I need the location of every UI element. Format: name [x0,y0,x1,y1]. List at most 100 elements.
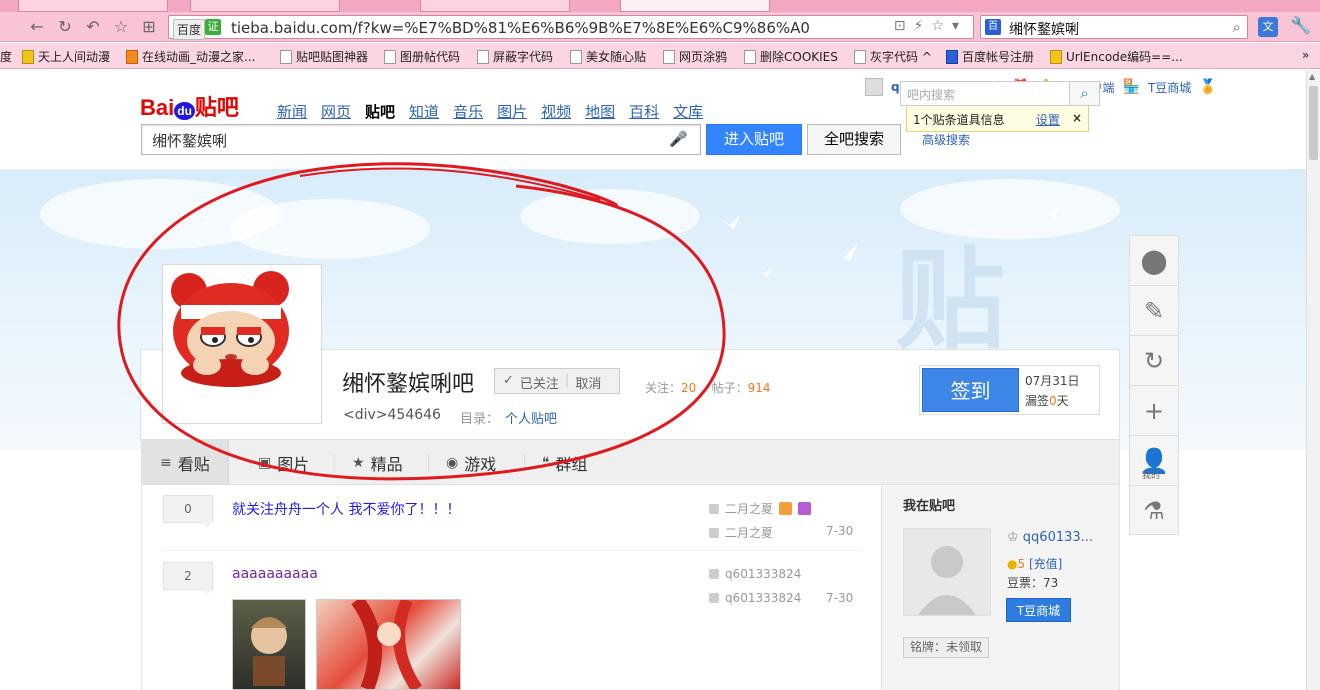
bookmark-item[interactable]: 屏蔽字代码 [477,48,553,65]
side-tmall-button[interactable]: T豆商城 [1006,598,1071,622]
nameplate-button[interactable]: 铭牌：未领取 [903,637,990,658]
search-icon[interactable]: ⌕ [1233,18,1241,36]
apps-icon[interactable]: ⊞ [138,16,160,38]
bookmark-label: 美女随心贴 [586,50,647,64]
follow-count-label: 关注： [645,381,682,395]
tip-text[interactable]: 1个贴条道具信息 [913,111,1005,127]
star-icon[interactable]: ☆ [110,16,132,38]
nav-web[interactable]: 网页 [321,101,351,122]
bookmark-item[interactable]: 贴吧贴图神器 [280,48,368,65]
post-count-label: 帖子： [711,381,748,395]
tab-pictures[interactable]: ▣ 图片 [240,440,327,485]
tab-featured[interactable]: ★ 精品 [334,440,421,485]
back-icon[interactable]: ← [26,16,48,38]
user-avatar[interactable] [865,78,883,96]
nav-zhidao[interactable]: 知道 [409,101,439,122]
in-forum-search-input[interactable]: 吧内搜索 [900,81,1070,106]
undo-icon[interactable]: ↶ [82,16,104,38]
bookmark-item[interactable]: 天上人间动漫 [22,48,110,65]
forum-search-input[interactable]: 缃怀鐜嫔唎 🎤 [141,124,701,155]
recharge-link[interactable]: [充值] [1029,557,1062,571]
nav-baike[interactable]: 百科 [629,101,659,122]
reply-count: 0 [163,495,213,528]
address-bar-icons[interactable]: ⊡⚡☆▾ [894,18,967,34]
browser-tab[interactable] [18,0,168,12]
flask-icon[interactable]: ⚗ [1130,486,1178,536]
wrench-icon[interactable]: 🔧 [1290,16,1311,36]
bookmark-favicon-icon [384,49,396,64]
scrollbar-thumb[interactable] [1309,86,1318,160]
browser-tab[interactable] [420,0,570,12]
baidu-tieba-logo[interactable]: Bai du 贴吧 [140,90,239,122]
reload-icon[interactable]: ↻ [54,16,76,38]
nav-map[interactable]: 地图 [585,101,615,122]
nav-news[interactable]: 新闻 [277,101,307,122]
bookmark-item[interactable]: 在线动画_动漫之家... [126,48,255,65]
edit-icon[interactable]: ✎ [1130,286,1178,336]
refresh-icon[interactable]: ↻ [1130,336,1178,386]
bookmark-item[interactable]: 百度帐号注册 [946,48,1034,65]
coin-icon: ● [1007,557,1018,571]
thread-author[interactable]: 二月之夏 [709,500,812,517]
tab-threads[interactable]: ≡ 看贴 [142,440,229,485]
bookmarks-bar: 度 天上人间动漫 在线动画_动漫之家... 贴吧贴图神器 图册帖代码 屏蔽字代码… [0,43,1320,69]
all-forum-search-button[interactable]: 全吧搜索 [807,124,901,155]
thread-last-reply[interactable]: 二月之夏 [709,524,773,541]
bookmark-item[interactable]: 删除COOKIES [744,48,838,65]
plus-icon[interactable]: + [1130,386,1178,436]
tip-settings-link[interactable]: 设置 [1036,111,1060,127]
tmall-link[interactable]: T豆商城 [1148,79,1191,96]
bookmark-item[interactable]: 网页涂鸦 [663,48,727,65]
forum-avatar[interactable] [162,264,322,424]
follow-toggle-button[interactable]: ✓ 已关注 | 取消 [494,368,620,394]
user-avatar-large[interactable] [903,528,991,616]
search-engine-icon[interactable]: 百 [985,19,1001,35]
nav-wenku[interactable]: 文库 [673,101,703,122]
bookmark-item[interactable]: 美女随心贴 [570,48,646,65]
tab-groups[interactable]: ❝ 群组 [524,440,606,485]
default-avatar-icon [904,529,990,615]
directory-link[interactable]: 个人贴吧 [505,412,557,427]
nav-music[interactable]: 音乐 [453,101,483,122]
side-username[interactable]: ♔ qq60133... [1007,530,1093,545]
logo-paw-icon: du [174,102,195,120]
thread-thumbnail[interactable] [316,595,461,690]
bookmark-item[interactable]: UrlEncode编码==... [1050,48,1183,65]
microphone-icon[interactable]: 🎤 [669,130,688,148]
thread-title[interactable]: aaaaaaaaaa [232,566,318,582]
bookmarks-more-icon[interactable]: » [1302,48,1309,62]
translate-icon[interactable]: 文 [1258,17,1278,37]
page-scrollbar[interactable]: ▲ [1306,70,1320,690]
browser-tab[interactable] [190,0,340,12]
user-icon[interactable]: 👤 我的 [1130,436,1178,486]
unfollow-link[interactable]: 取消 [575,373,601,392]
url-text[interactable]: tieba.baidu.com/f?kw=%E7%BD%81%E6%B6%9B%… [231,19,810,37]
sign-in-button[interactable]: 签到 [922,368,1019,412]
advanced-search-link[interactable]: 高级搜索 [922,131,970,148]
bookmark-favicon-icon [126,49,138,64]
scroll-up-icon[interactable]: ▲ [1309,72,1315,81]
bookmark-item[interactable]: 图册帖代码 [384,48,460,65]
address-bar[interactable]: 百度 证 tieba.baidu.com/f?kw=%E7%BD%81%E6%B… [168,15,974,40]
thread-author[interactable]: q601333824 [709,567,801,581]
close-icon[interactable]: × [1072,111,1082,125]
nav-video[interactable]: 视频 [541,101,571,122]
nav-tieba[interactable]: 贴吧 [365,101,395,122]
gold-medal-icon[interactable]: 🏅 [1199,79,1216,95]
bookmark-item[interactable]: 度 [0,48,12,65]
in-forum-search-icon[interactable]: ⌕ [1070,81,1100,106]
browser-search-box[interactable]: 百 缃怀鐜嫔唎 ⌕ [980,15,1248,39]
bookmark-item[interactable]: 灰字代码 ^ [854,48,932,65]
thread-last-reply[interactable]: q601333824 [709,591,801,605]
enter-forum-button[interactable]: 进入贴吧 [706,124,802,155]
bookmark-favicon-icon [854,49,866,64]
map-pin-icon[interactable]: ⬤ [1130,236,1178,286]
browser-search-text[interactable]: 缃怀鐜嫔唎 [1009,19,1079,39]
thread-title[interactable]: 就关注舟舟一个人 我不爱你了！！！ [232,499,460,519]
tab-games[interactable]: ◉ 游戏 [428,440,514,485]
tab-label: 图片 [277,454,310,474]
thread-thumbnail[interactable] [232,599,306,690]
nav-images[interactable]: 图片 [497,101,527,122]
missed-count: 0 [1049,394,1057,408]
browser-tab-active[interactable] [620,0,770,12]
